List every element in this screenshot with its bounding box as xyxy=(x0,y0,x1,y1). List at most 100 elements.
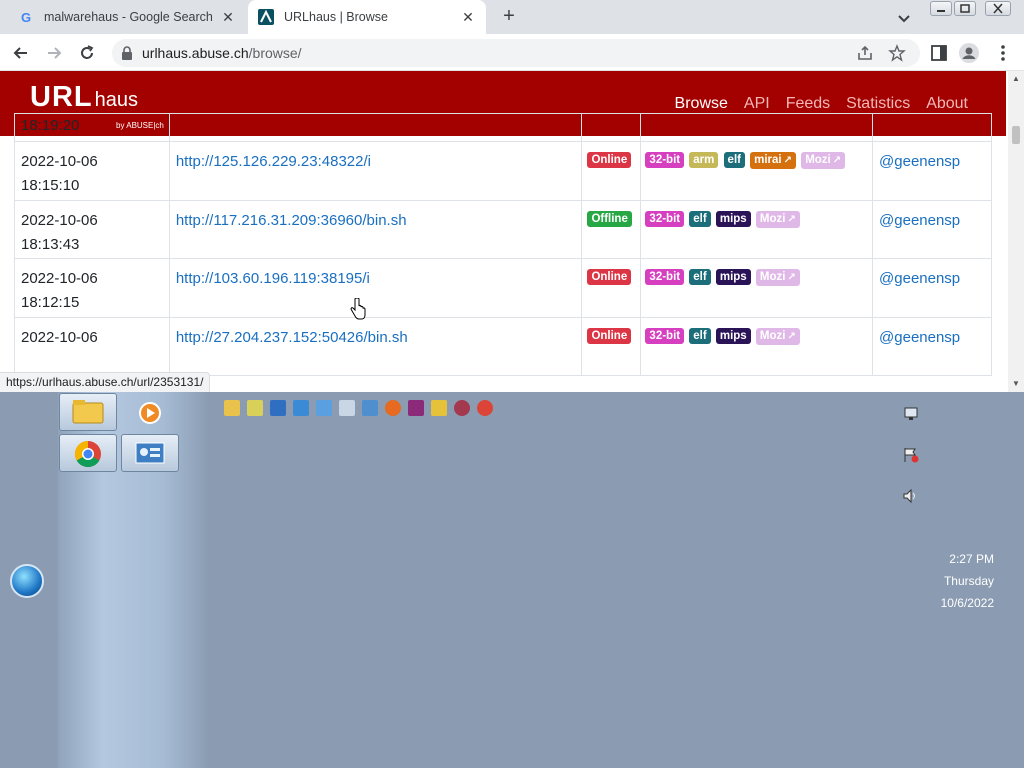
tab-google-search[interactable]: G malwarehaus - Google Search ✕ xyxy=(8,0,246,34)
tag-label: Mozi xyxy=(759,270,786,283)
side-panel-icon[interactable] xyxy=(928,42,950,64)
url-cell: http://103.60.196.119:38195/i xyxy=(168,258,583,318)
taskbar-media-player-button[interactable] xyxy=(121,393,179,431)
chrome-icon[interactable] xyxy=(477,400,493,416)
nav-statistics[interactable]: Statistics xyxy=(846,95,910,113)
forward-arrow-icon[interactable] xyxy=(43,42,65,64)
tag-label: elf xyxy=(693,330,707,343)
windows-start-orb-icon[interactable] xyxy=(10,564,44,598)
tag-badge[interactable]: elf xyxy=(689,269,711,286)
taskbar-explorer-button[interactable] xyxy=(59,393,117,431)
action-center-flag-icon[interactable] xyxy=(902,447,920,463)
app-icon[interactable] xyxy=(454,400,470,416)
scrollbar-thumb[interactable] xyxy=(1012,126,1020,144)
tag-badge[interactable]: mips xyxy=(715,328,751,345)
recycle-bin-icon[interactable] xyxy=(339,400,355,416)
status-badge: Online xyxy=(587,152,632,169)
bookmark-star-icon[interactable] xyxy=(888,44,906,67)
tag-label: mips xyxy=(719,330,747,343)
close-icon[interactable]: ✕ xyxy=(220,9,236,25)
status-cell: Online xyxy=(581,258,642,318)
tag-badge[interactable]: elf xyxy=(689,328,711,345)
taskbar-chrome-button[interactable] xyxy=(59,434,117,472)
monitor-icon[interactable] xyxy=(270,400,286,416)
nav-api[interactable]: API xyxy=(744,95,770,113)
table-row: 2022-10-06 http://27.204.237.152:50426/bi… xyxy=(14,317,992,376)
zip-folder-icon[interactable] xyxy=(431,400,447,416)
scroll-down-arrow-icon[interactable]: ▼ xyxy=(1011,379,1021,388)
restore-button[interactable] xyxy=(954,1,976,16)
taskbar-clock[interactable]: 2:27 PM Thursday 10/6/2022 xyxy=(941,548,994,614)
back-arrow-icon[interactable] xyxy=(10,42,32,64)
tab-urlhaus-browse[interactable]: URLhaus | Browse ✕ xyxy=(248,0,486,34)
scroll-up-arrow-icon[interactable]: ▲ xyxy=(1011,74,1021,83)
tag-badge[interactable]: 32-bit xyxy=(645,328,685,345)
malware-url-link[interactable]: http://27.204.237.152:50426/bin.sh xyxy=(176,329,408,346)
page-scrollbar[interactable]: ▲ ▼ xyxy=(1008,71,1024,392)
tag-label: Mozi xyxy=(759,212,786,225)
date-cell: 18:19:20 xyxy=(14,113,170,142)
tag-badge[interactable]: 32-bit xyxy=(645,211,685,228)
network-icon[interactable] xyxy=(293,400,309,416)
chevron-down-icon[interactable] xyxy=(894,8,914,28)
tag-label: 32-bit xyxy=(649,154,681,167)
tag-label: mips xyxy=(719,271,747,284)
tag-badge[interactable]: 32-bit xyxy=(645,152,685,169)
site-nav: Browse API Feeds Statistics About xyxy=(675,95,968,113)
tag-badge[interactable]: arm xyxy=(689,152,719,169)
speaker-icon[interactable] xyxy=(902,488,920,504)
close-icon[interactable]: ✕ xyxy=(460,9,476,25)
document-icon[interactable] xyxy=(247,400,263,416)
reporter-link[interactable]: @geenensp xyxy=(879,270,960,287)
reporter-cell: @geenensp xyxy=(872,200,992,259)
tag-badge[interactable]: mips xyxy=(715,269,751,286)
minimize-button[interactable] xyxy=(930,1,952,16)
table-row: 2022-10-06 18:12:15 http://103.60.196.119:… xyxy=(14,258,992,318)
winrar-icon[interactable] xyxy=(408,400,424,416)
firefox-icon[interactable] xyxy=(385,400,401,416)
reporter-link[interactable]: @geenensp xyxy=(879,212,960,229)
date-added: 2022-10-06 xyxy=(21,329,98,346)
status-cell: Offline xyxy=(581,200,642,259)
profile-avatar-icon[interactable] xyxy=(958,42,980,64)
logo-sub: haus xyxy=(94,89,138,111)
new-tab-button[interactable]: + xyxy=(496,5,522,29)
nav-feeds[interactable]: Feeds xyxy=(786,95,830,113)
display-icon[interactable] xyxy=(316,400,332,416)
lock-icon[interactable] xyxy=(120,45,134,61)
urlhaus-logo[interactable]: URL haus by ABUSE|ch xyxy=(30,81,164,130)
tag-badge[interactable]: mips xyxy=(715,211,751,228)
tab-title: malwarehaus - Google Search xyxy=(44,10,213,24)
clock-time: 2:27 PM xyxy=(949,552,994,566)
tag-badge[interactable]: mirai ↗ xyxy=(750,151,797,169)
reload-icon[interactable] xyxy=(76,42,98,64)
tag-badge[interactable]: Mozi ↗ xyxy=(755,210,800,228)
nav-browse[interactable]: Browse xyxy=(675,95,728,113)
tag-badge[interactable]: Mozi ↗ xyxy=(801,151,846,169)
status-cell: Online xyxy=(581,141,642,201)
nav-about[interactable]: About xyxy=(926,95,968,113)
tag-badge[interactable]: 32-bit xyxy=(645,269,685,286)
network-tray-icon[interactable] xyxy=(902,406,920,422)
reporter-link[interactable]: @geenensp xyxy=(879,153,960,170)
reporter-link[interactable]: @geenensp xyxy=(879,329,960,346)
tag-badge[interactable]: elf xyxy=(689,211,711,228)
tag-label: Mozi xyxy=(805,153,831,166)
tag-badge[interactable]: elf xyxy=(723,152,745,169)
close-window-button[interactable] xyxy=(985,1,1011,16)
address-bar[interactable]: urlhaus.abuse.ch/browse/ xyxy=(112,39,920,67)
reporter-cell xyxy=(872,113,992,142)
malware-url-link[interactable]: http://125.126.229.23:48322/i xyxy=(176,153,371,170)
folder-icon[interactable] xyxy=(224,400,240,416)
share-icon[interactable] xyxy=(856,44,874,67)
reporter-cell: @geenensp xyxy=(872,258,992,318)
tag-badge[interactable]: Mozi ↗ xyxy=(755,327,800,345)
url-cell xyxy=(168,113,583,142)
malware-url-link[interactable]: http://117.216.31.209:36960/bin.sh xyxy=(176,212,407,229)
menu-kebab-icon[interactable] xyxy=(992,42,1014,64)
taskbar-control-panel-button[interactable] xyxy=(121,434,179,472)
tag-badge[interactable]: Mozi ↗ xyxy=(755,268,800,286)
web-page: URL haus by ABUSE|ch Browse API Feeds Sta… xyxy=(0,71,1008,392)
malware-url-link[interactable]: http://103.60.196.119:38195/i xyxy=(176,270,370,287)
computer-icon[interactable] xyxy=(362,400,378,416)
